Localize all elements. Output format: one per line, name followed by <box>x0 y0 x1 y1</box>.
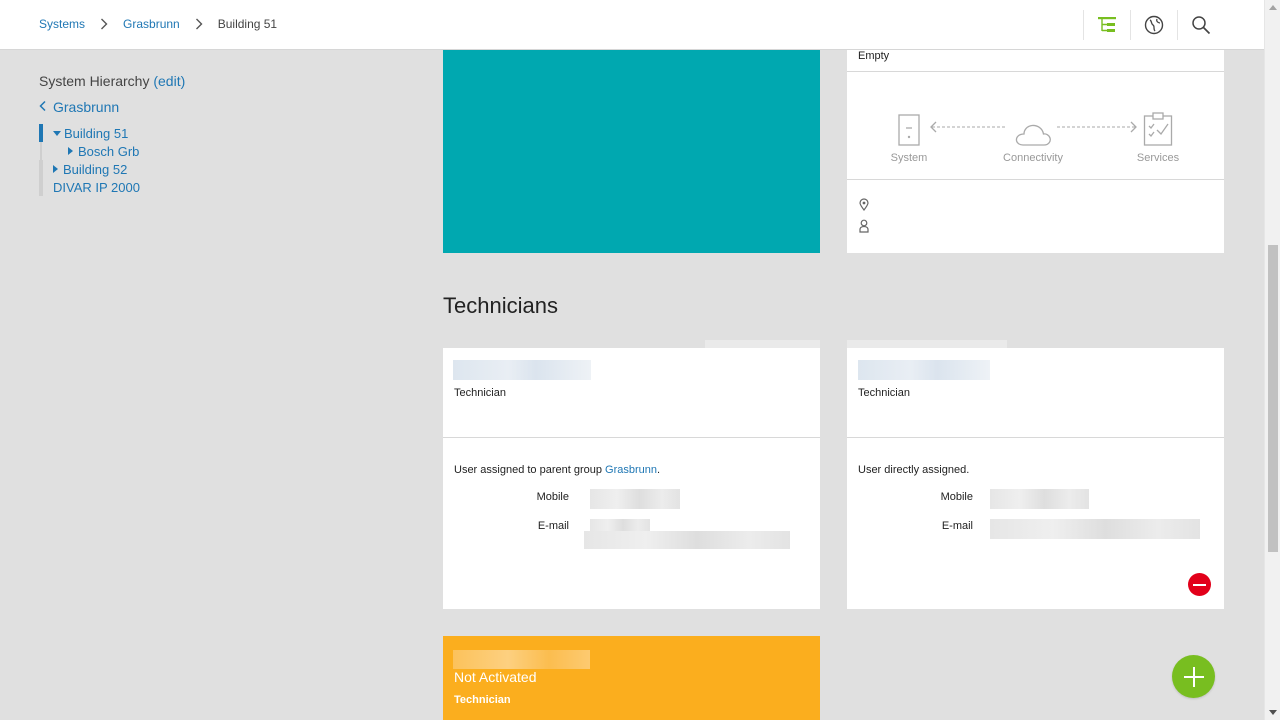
hierarchy-icon[interactable] <box>1083 10 1130 40</box>
flow-label: Services <box>1136 152 1180 164</box>
system-meta <box>859 193 869 237</box>
technicians-heading: Technicians <box>443 293 558 318</box>
blurred-tab <box>705 340 820 348</box>
location-pin-icon <box>859 193 869 215</box>
flow-label: Connectivity <box>1003 152 1063 164</box>
scroll-down-arrow-icon[interactable] <box>1269 710 1277 715</box>
tree-guide <box>40 142 42 160</box>
assignment-info: User assigned to parent group Grasbrunn. <box>454 464 660 476</box>
flow-label: System <box>890 152 928 164</box>
divider <box>847 179 1224 180</box>
add-technician-button[interactable] <box>1172 655 1215 698</box>
mobile-value-redacted <box>590 489 680 509</box>
pending-technician-card[interactable]: Not Activated Technician <box>443 636 820 720</box>
back-label: Grasbrunn <box>53 99 120 115</box>
system-image-tile <box>443 50 820 253</box>
tree-guide <box>39 178 43 196</box>
globe-icon[interactable] <box>1130 10 1177 40</box>
tree-guide <box>39 160 43 178</box>
mobile-label: Mobile <box>536 491 569 503</box>
system-status-text: Empty <box>858 50 890 62</box>
tree-item-building-52[interactable]: Building 52 <box>39 160 339 178</box>
technician-role: Technician <box>454 694 511 706</box>
divider <box>847 71 1224 72</box>
tree-item-label: Building 52 <box>63 161 128 177</box>
technician-card[interactable]: Technician User assigned to parent group… <box>443 348 820 609</box>
system-hierarchy-panel: System Hierarchy (edit) Grasbrunn Buildi… <box>39 73 339 196</box>
mobile-label: Mobile <box>940 491 973 503</box>
assignment-text: User assigned to parent group <box>454 464 606 476</box>
email-label: E-mail <box>537 520 569 532</box>
breadcrumb-grasbrunn[interactable]: Grasbrunn <box>123 17 180 31</box>
top-bar: Systems Grasbrunn Building 51 <box>0 0 1264 50</box>
tree-item-label: Bosch Grb <box>78 143 140 159</box>
activation-status: Not Activated <box>454 669 537 685</box>
caret-down-icon[interactable] <box>53 130 61 136</box>
tree-item-label: DIVAR IP 2000 <box>53 179 140 195</box>
scroll-thumb[interactable] <box>1268 245 1278 552</box>
breadcrumb-current: Building 51 <box>217 17 278 31</box>
minus-icon <box>1193 583 1206 586</box>
divider <box>443 437 820 438</box>
header-actions <box>1083 10 1224 40</box>
chevron-right-icon <box>193 18 205 30</box>
technician-role: Technician <box>858 387 910 399</box>
back-to-parent-link[interactable]: Grasbrunn <box>39 99 339 115</box>
system-hierarchy-heading: System Hierarchy (edit) <box>39 73 339 89</box>
chevron-left-icon <box>39 99 47 115</box>
caret-right-icon[interactable] <box>53 165 58 173</box>
hierarchy-tree: Building 51 Bosch Grb Building 52 DIVAR … <box>39 124 339 196</box>
tree-item-label: Building 51 <box>64 125 129 141</box>
tree-item-bosch-grb[interactable]: Bosch Grb <box>39 142 339 160</box>
caret-right-icon[interactable] <box>68 147 73 155</box>
email-value-redacted <box>990 519 1200 539</box>
tree-item-divar-ip-2000[interactable]: DIVAR IP 2000 <box>39 178 339 196</box>
technician-name-redacted <box>453 650 590 669</box>
blurred-tab <box>847 340 1007 348</box>
person-icon <box>859 215 869 237</box>
mobile-value-redacted <box>990 489 1089 509</box>
technician-name-redacted <box>858 360 990 380</box>
email-value-redacted <box>584 531 790 549</box>
breadcrumb-systems[interactable]: Systems <box>39 17 85 31</box>
clipboard-check-icon <box>1118 108 1198 146</box>
system-hierarchy-title: System Hierarchy <box>39 73 150 89</box>
technician-card[interactable]: Technician User directly assigned. Mobil… <box>847 348 1224 609</box>
assignment-info: User directly assigned. <box>858 464 970 476</box>
parent-group-link[interactable]: Grasbrunn <box>605 464 657 476</box>
scroll-up-arrow-icon[interactable] <box>1269 5 1277 10</box>
tree-item-building-51[interactable]: Building 51 <box>39 124 339 142</box>
technician-name-redacted <box>453 360 591 380</box>
chevron-right-icon <box>98 18 110 30</box>
search-icon[interactable] <box>1177 10 1224 40</box>
edit-hierarchy-link[interactable]: (edit) <box>153 73 185 89</box>
assignment-suffix: . <box>657 464 661 476</box>
vertical-scrollbar[interactable] <box>1264 0 1280 720</box>
system-status-card: Empty System Connectivity Services <box>847 50 1224 253</box>
breadcrumb: Systems Grasbrunn Building 51 <box>39 17 277 31</box>
divider <box>847 437 1224 438</box>
flow-services: Services <box>1118 108 1198 164</box>
remove-technician-button[interactable] <box>1188 573 1211 596</box>
technician-role: Technician <box>454 387 506 399</box>
email-value-redacted <box>590 519 650 531</box>
selection-indicator <box>39 124 43 142</box>
plus-icon <box>1183 666 1204 687</box>
email-label: E-mail <box>941 520 973 532</box>
